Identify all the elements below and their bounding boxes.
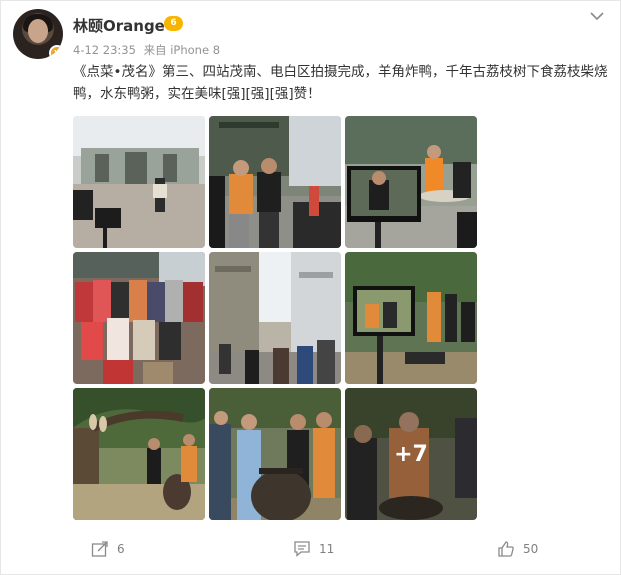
comment-icon <box>294 541 310 557</box>
vip-level-icon[interactable]: 6 <box>164 16 183 31</box>
like-icon <box>498 541 514 557</box>
chevron-down-icon[interactable] <box>588 7 606 25</box>
comment-count: 11 <box>319 542 335 556</box>
photo-gate-plaza[interactable] <box>73 116 205 248</box>
post-source: 来自 iPhone 8 <box>143 43 221 57</box>
username[interactable]: 林颐Orange <box>73 15 165 36</box>
photo-street-filming[interactable] <box>209 116 341 248</box>
avatar-face <box>28 19 48 43</box>
photo-lychee-tree[interactable] <box>73 388 205 520</box>
photo-monitor-street[interactable] <box>345 116 477 248</box>
post-timestamp[interactable]: 4-12 23:35 <box>73 43 136 57</box>
photo-more[interactable]: +7 <box>345 388 477 520</box>
share-icon <box>91 541 108 557</box>
like-button[interactable]: 50 <box>497 539 538 559</box>
photo-crowd-group[interactable] <box>73 252 205 384</box>
avatar[interactable]: v <box>13 9 63 59</box>
photo-grid: +7 <box>73 116 477 520</box>
more-photos-count[interactable]: +7 <box>345 388 477 520</box>
share-count: 6 <box>117 542 125 556</box>
comment-button[interactable]: 11 <box>293 539 334 559</box>
weibo-post-card: v 林颐Orange 6 4-12 23:35 来自 iPhone 8 《点菜•… <box>0 0 621 575</box>
photo-monitor-tree[interactable] <box>345 252 477 384</box>
post-meta: 4-12 23:35 来自 iPhone 8 <box>73 42 220 58</box>
like-count: 50 <box>523 542 539 556</box>
post-content: 《点菜•茂名》第三、四站茂南、电白区拍摄完成，羊角炸鸭，千年古荔枝树下食荔枝柴烧… <box>73 64 608 102</box>
share-button[interactable]: 6 <box>91 539 125 559</box>
verified-badge-icon: v <box>49 45 63 59</box>
action-bar: 6 11 50 <box>1 531 621 567</box>
photo-old-street[interactable] <box>209 252 341 384</box>
photo-group-jar[interactable] <box>209 388 341 520</box>
